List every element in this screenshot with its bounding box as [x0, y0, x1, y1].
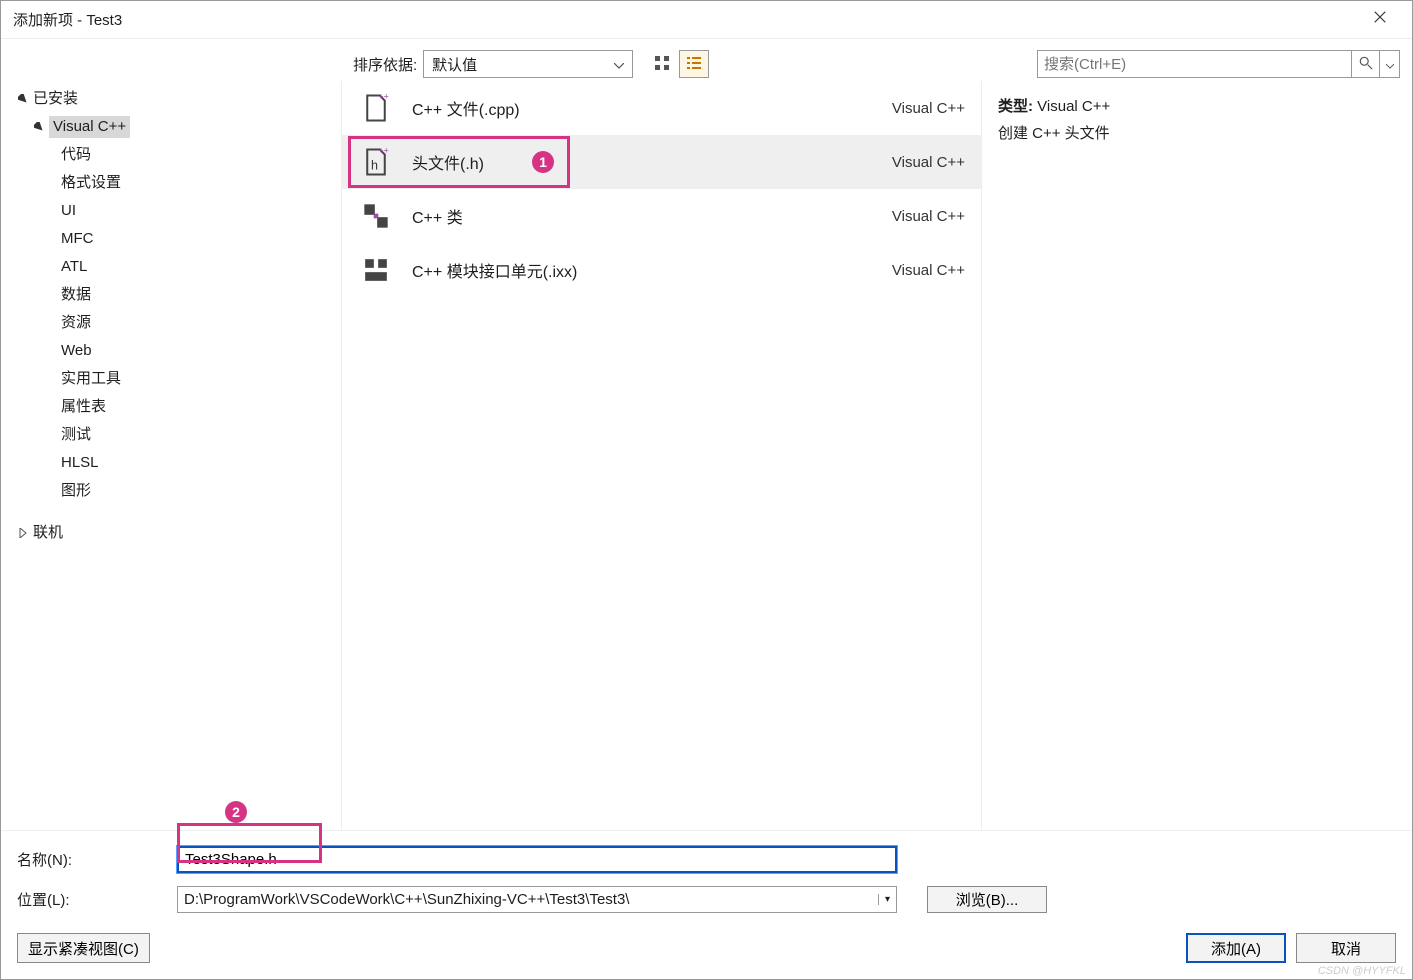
cpp-file-icon: ++ — [358, 90, 394, 126]
chevron-down-icon: ▾ — [878, 894, 896, 905]
tree-node-ui[interactable]: UI — [5, 197, 337, 225]
search-icon — [1359, 56, 1373, 73]
template-list[interactable]: ++ C++ 文件(.cpp) Visual C++ h++ 头文件(.h) V… — [341, 81, 982, 830]
tree-label: 格式设置 — [61, 172, 121, 194]
template-name: 头文件(.h) — [412, 150, 847, 174]
close-button[interactable] — [1360, 1, 1400, 39]
template-item-cpp-class[interactable]: C++ 类 Visual C++ — [342, 189, 981, 243]
tree-label: 已安装 — [33, 88, 78, 110]
search-dropdown[interactable] — [1380, 50, 1400, 78]
tree-node-test[interactable]: 测试 — [5, 421, 337, 449]
list-icon — [686, 55, 702, 74]
sort-by-value: 默认值 — [432, 54, 477, 75]
template-item-cpp-file[interactable]: ++ C++ 文件(.cpp) Visual C++ — [342, 81, 981, 135]
tree-label: 属性表 — [61, 396, 106, 418]
tree-node-graphics[interactable]: 图形 — [5, 477, 337, 505]
tree-label: 图形 — [61, 480, 91, 502]
expander-collapse-icon — [17, 93, 29, 105]
chevron-down-icon — [1386, 56, 1394, 72]
name-label: 名称(N): — [17, 849, 177, 870]
sort-by-label: 排序依据: — [353, 54, 417, 75]
tree-node-web[interactable]: Web — [5, 337, 337, 365]
svg-text:++: ++ — [379, 93, 389, 101]
header-file-icon: h++ — [358, 144, 394, 180]
view-small-icons-button[interactable] — [647, 50, 677, 78]
annotation-badge-2: 2 — [225, 801, 247, 823]
search-input[interactable] — [1038, 56, 1351, 73]
template-lang: Visual C++ — [865, 208, 965, 225]
tree-label: 代码 — [61, 144, 91, 166]
details-description: 创建 C++ 头文件 — [998, 122, 1396, 143]
browse-button[interactable]: 浏览(B)... — [927, 886, 1047, 913]
template-lang: Visual C++ — [865, 262, 965, 279]
location-combo[interactable]: D:\ProgramWork\VSCodeWork\C++\SunZhixing… — [177, 886, 897, 913]
tree-node-installed[interactable]: 已安装 — [5, 85, 337, 113]
template-item-module-interface[interactable]: C++ 模块接口单元(.ixx) Visual C++ — [342, 243, 981, 297]
location-label: 位置(L): — [17, 889, 177, 910]
svg-text:++: ++ — [379, 147, 389, 155]
template-name: C++ 类 — [412, 204, 847, 228]
name-input[interactable] — [177, 846, 897, 873]
view-list-button[interactable] — [679, 50, 709, 78]
svg-text:h: h — [371, 159, 378, 173]
module-icon — [358, 252, 394, 288]
tree-label: ATL — [61, 256, 87, 278]
sort-by-combo[interactable]: 默认值 — [423, 50, 633, 78]
search-box[interactable] — [1037, 50, 1352, 78]
expander-expand-icon — [17, 527, 29, 539]
template-item-header-file[interactable]: h++ 头文件(.h) Visual C++ — [342, 135, 981, 189]
tree-node-atl[interactable]: ATL — [5, 253, 337, 281]
template-name: C++ 模块接口单元(.ixx) — [412, 258, 847, 282]
tree-label: 实用工具 — [61, 368, 121, 390]
tree-label: 联机 — [33, 522, 63, 544]
cancel-button[interactable]: 取消 — [1296, 933, 1396, 963]
close-icon — [1373, 10, 1387, 29]
grid-icon — [654, 55, 670, 74]
cpp-class-icon — [358, 198, 394, 234]
template-lang: Visual C++ — [865, 100, 965, 117]
tree-label: Web — [61, 340, 92, 362]
template-lang: Visual C++ — [865, 154, 965, 171]
details-type-label: 类型: — [998, 98, 1033, 115]
tree-label: 数据 — [61, 284, 91, 306]
chevron-down-icon — [614, 56, 624, 73]
tree-node-data[interactable]: 数据 — [5, 281, 337, 309]
tree-node-online[interactable]: 联机 — [5, 519, 337, 547]
location-value: D:\ProgramWork\VSCodeWork\C++\SunZhixing… — [178, 891, 878, 908]
tree-label: 测试 — [61, 424, 91, 446]
watermark: CSDN @HYYFKL — [1318, 965, 1406, 977]
details-type-value: Visual C++ — [1037, 98, 1110, 115]
category-tree[interactable]: 已安装 Visual C++ 代码 格式设置 UI MFC ATL 数据 资源 … — [1, 81, 341, 830]
search-button[interactable] — [1352, 50, 1380, 78]
tree-node-property-sheets[interactable]: 属性表 — [5, 393, 337, 421]
tree-node-formatting[interactable]: 格式设置 — [5, 169, 337, 197]
window-title: 添加新项 - Test3 — [13, 9, 122, 30]
compact-view-button[interactable]: 显示紧凑视图(C) — [17, 933, 150, 963]
expander-collapse-icon — [33, 121, 45, 133]
tree-label: 资源 — [61, 312, 91, 334]
tree-node-mfc[interactable]: MFC — [5, 225, 337, 253]
details-panel: 类型: Visual C++ 创建 C++ 头文件 — [982, 81, 1412, 830]
tree-label: UI — [61, 200, 76, 222]
add-button[interactable]: 添加(A) — [1186, 933, 1286, 963]
tree-node-hlsl[interactable]: HLSL — [5, 449, 337, 477]
tree-node-visual-cpp[interactable]: Visual C++ — [5, 113, 337, 141]
tree-node-resource[interactable]: 资源 — [5, 309, 337, 337]
tree-label: MFC — [61, 228, 94, 250]
template-name: C++ 文件(.cpp) — [412, 96, 847, 120]
tree-node-utility[interactable]: 实用工具 — [5, 365, 337, 393]
annotation-badge-1: 1 — [532, 151, 554, 173]
tree-node-code[interactable]: 代码 — [5, 141, 337, 169]
tree-label: HLSL — [61, 452, 99, 474]
tree-label: Visual C++ — [49, 116, 130, 138]
